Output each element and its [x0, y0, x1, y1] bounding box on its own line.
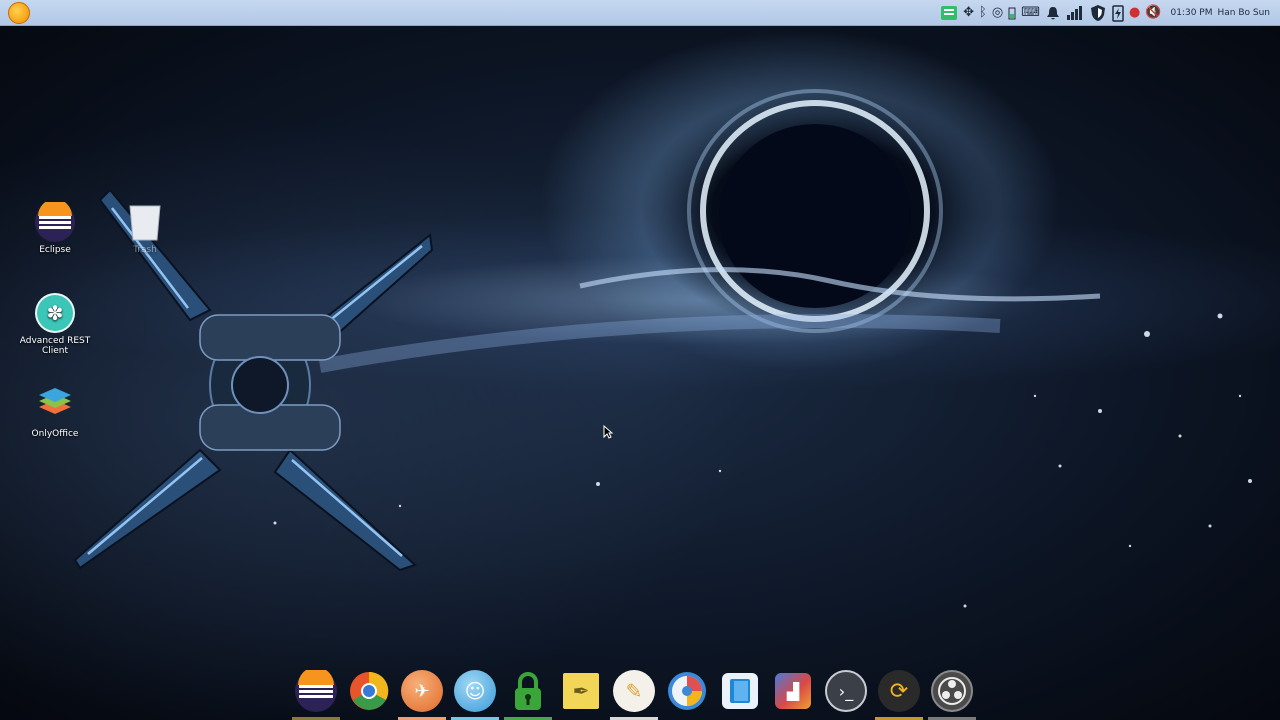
- battery-charging-icon[interactable]: [1112, 4, 1124, 22]
- target-icon[interactable]: ◎: [992, 5, 1003, 21]
- feather-icon: ✎: [613, 670, 655, 712]
- mouse-cursor: [603, 425, 613, 439]
- desktop-icon-advanced-rest-client[interactable]: ✽ Advanced REST Client: [15, 293, 95, 356]
- battery-icon[interactable]: [1008, 5, 1016, 21]
- desktop-icon-label: OnlyOffice: [31, 429, 79, 439]
- desktop-icon-label: Advanced REST Client: [19, 336, 91, 356]
- finder-icon: ☺: [454, 670, 496, 712]
- terminal-icon: ›_: [825, 670, 867, 712]
- eclipse-icon: [295, 670, 337, 712]
- disk-usage-icon: [666, 670, 708, 712]
- svg-text:✽: ✽: [47, 301, 64, 325]
- desktop-icon-eclipse[interactable]: Eclipse: [15, 202, 95, 255]
- desktop-icon-trash[interactable]: Trash: [105, 202, 185, 255]
- dock-item-obs-studio[interactable]: [928, 666, 976, 720]
- dock-item-chrome[interactable]: [345, 666, 393, 720]
- desktop-icon-label: Eclipse: [39, 245, 71, 255]
- dock-item-keepassxc[interactable]: [504, 666, 552, 720]
- desktop-icon-label: Trash: [133, 245, 157, 255]
- dock-item-disk-usage[interactable]: [663, 666, 711, 720]
- dock-item-feather-editor[interactable]: ✎: [610, 666, 658, 720]
- microphone-icon[interactable]: ●: [1129, 5, 1140, 21]
- dock-item-finder[interactable]: ☺: [451, 666, 499, 720]
- green-monitor-icon[interactable]: [940, 5, 958, 21]
- shield-icon[interactable]: [1089, 4, 1107, 21]
- notes-icon: ✒: [563, 673, 599, 709]
- book-icon: [722, 673, 758, 709]
- obs-icon: [931, 670, 973, 712]
- dock-item-orange-app[interactable]: ✈: [398, 666, 446, 720]
- onlyoffice-icon: [35, 386, 75, 426]
- dock-item-photo-tool[interactable]: ▟: [769, 666, 817, 720]
- sync-icon: ⟳: [878, 670, 920, 712]
- eclipse-icon: [35, 202, 75, 242]
- desktop-icon-onlyoffice[interactable]: OnlyOffice: [15, 386, 95, 439]
- dock-item-terminal[interactable]: ›_: [822, 666, 870, 720]
- top-panel: ✥ ᛒ ◎ ⌨ ● 🔇 01:30 PM Han Bo Sun: [0, 0, 1280, 26]
- keyboard-icon[interactable]: ⌨: [1021, 5, 1040, 21]
- dock-item-notes[interactable]: ✒: [557, 666, 605, 720]
- lock-icon: [507, 670, 549, 712]
- photo-tool-icon: ▟: [775, 673, 811, 709]
- dock-item-book-reader[interactable]: [716, 666, 764, 720]
- system-tray: ✥ ᛒ ◎ ⌨ ● 🔇 01:30 PM Han Bo Sun: [940, 4, 1280, 22]
- clock[interactable]: 01:30 PM: [1170, 8, 1212, 18]
- dock: ✈ ☺ ✒ ✎ ▟ ›_ ⟳: [292, 666, 976, 720]
- bluetooth-icon[interactable]: ᛒ: [979, 5, 987, 21]
- signal-bars-icon[interactable]: [1066, 5, 1084, 21]
- chrome-icon: [348, 670, 390, 712]
- dock-item-sync-app[interactable]: ⟳: [875, 666, 923, 720]
- volume-muted-icon[interactable]: 🔇: [1145, 5, 1161, 21]
- advanced-rest-client-icon: ✽: [35, 293, 75, 333]
- dropbox-icon[interactable]: ✥: [963, 5, 974, 21]
- orange-app-icon: ✈: [401, 670, 443, 712]
- bell-icon[interactable]: [1045, 5, 1061, 21]
- applications-menu-button[interactable]: [8, 1, 30, 24]
- user-name[interactable]: Han Bo Sun: [1217, 8, 1270, 18]
- trash-icon: [125, 202, 165, 242]
- dock-item-eclipse[interactable]: [292, 666, 340, 720]
